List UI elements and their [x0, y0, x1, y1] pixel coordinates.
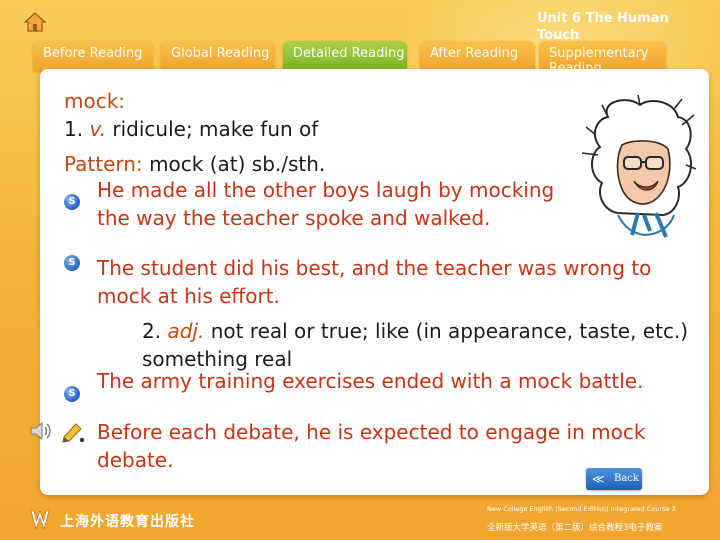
pattern-text: mock (at) sb./sth.	[149, 152, 326, 176]
sense-1: 1. v. ridicule; make fun of	[64, 115, 318, 143]
headword: mock:	[64, 89, 126, 113]
home-icon[interactable]	[24, 12, 46, 32]
publisher-logo-icon	[30, 510, 50, 530]
course-title-cn: 全新版大学英语（第二版）综合教程3电子教案	[487, 523, 663, 533]
publisher-name: 上海外语教育出版社	[60, 514, 195, 530]
tab-global-reading[interactable]: Global Reading	[161, 41, 274, 71]
unit-title: Unit 6 The Human Touch	[537, 11, 669, 43]
tab-after-reading[interactable]: After Reading	[420, 41, 535, 71]
pencil-icon	[62, 423, 85, 443]
example-bullet-icon: S	[64, 194, 80, 210]
sense-2-number: 2.	[142, 319, 162, 343]
tab-supplementary-reading[interactable]: Supplementary Reading	[539, 41, 666, 71]
sense-2-pos: adj.	[167, 319, 205, 343]
sense-1-definition: ridicule; make fun of	[112, 117, 319, 141]
sense-1-number: 1.	[64, 117, 84, 141]
example-text: Before each debate, he is expected to en…	[97, 420, 646, 472]
pattern: Pattern: mock (at) sb./sth.	[64, 150, 325, 178]
back-button[interactable]: ≪ Back	[586, 468, 642, 490]
sense-2: 2. adj. not real or true; like (in appea…	[142, 317, 692, 373]
example-bullet-icon: S	[64, 386, 80, 402]
example-text: He made all the other boys laugh by mock…	[97, 178, 555, 230]
course-title-en: New College English (Second Edition) Int…	[487, 505, 676, 513]
example-text: The army training exercises ended with a…	[97, 369, 644, 393]
example-bullet-icon: S	[64, 255, 80, 271]
example-text: The student did his best, and the teache…	[97, 256, 652, 308]
pattern-label: Pattern:	[64, 152, 143, 176]
tab-detailed-reading[interactable]: Detailed Reading	[283, 41, 407, 71]
speaker-icon[interactable]	[28, 420, 52, 442]
back-label: Back	[614, 473, 639, 484]
sense-1-pos: v.	[89, 117, 107, 141]
tab-before-reading[interactable]: Before Reading	[33, 41, 153, 71]
sense-2-definition: not real or true; like (in appearance, t…	[142, 319, 689, 371]
double-left-arrow-icon: ≪	[592, 472, 605, 486]
cartoon-portrait	[581, 95, 696, 238]
